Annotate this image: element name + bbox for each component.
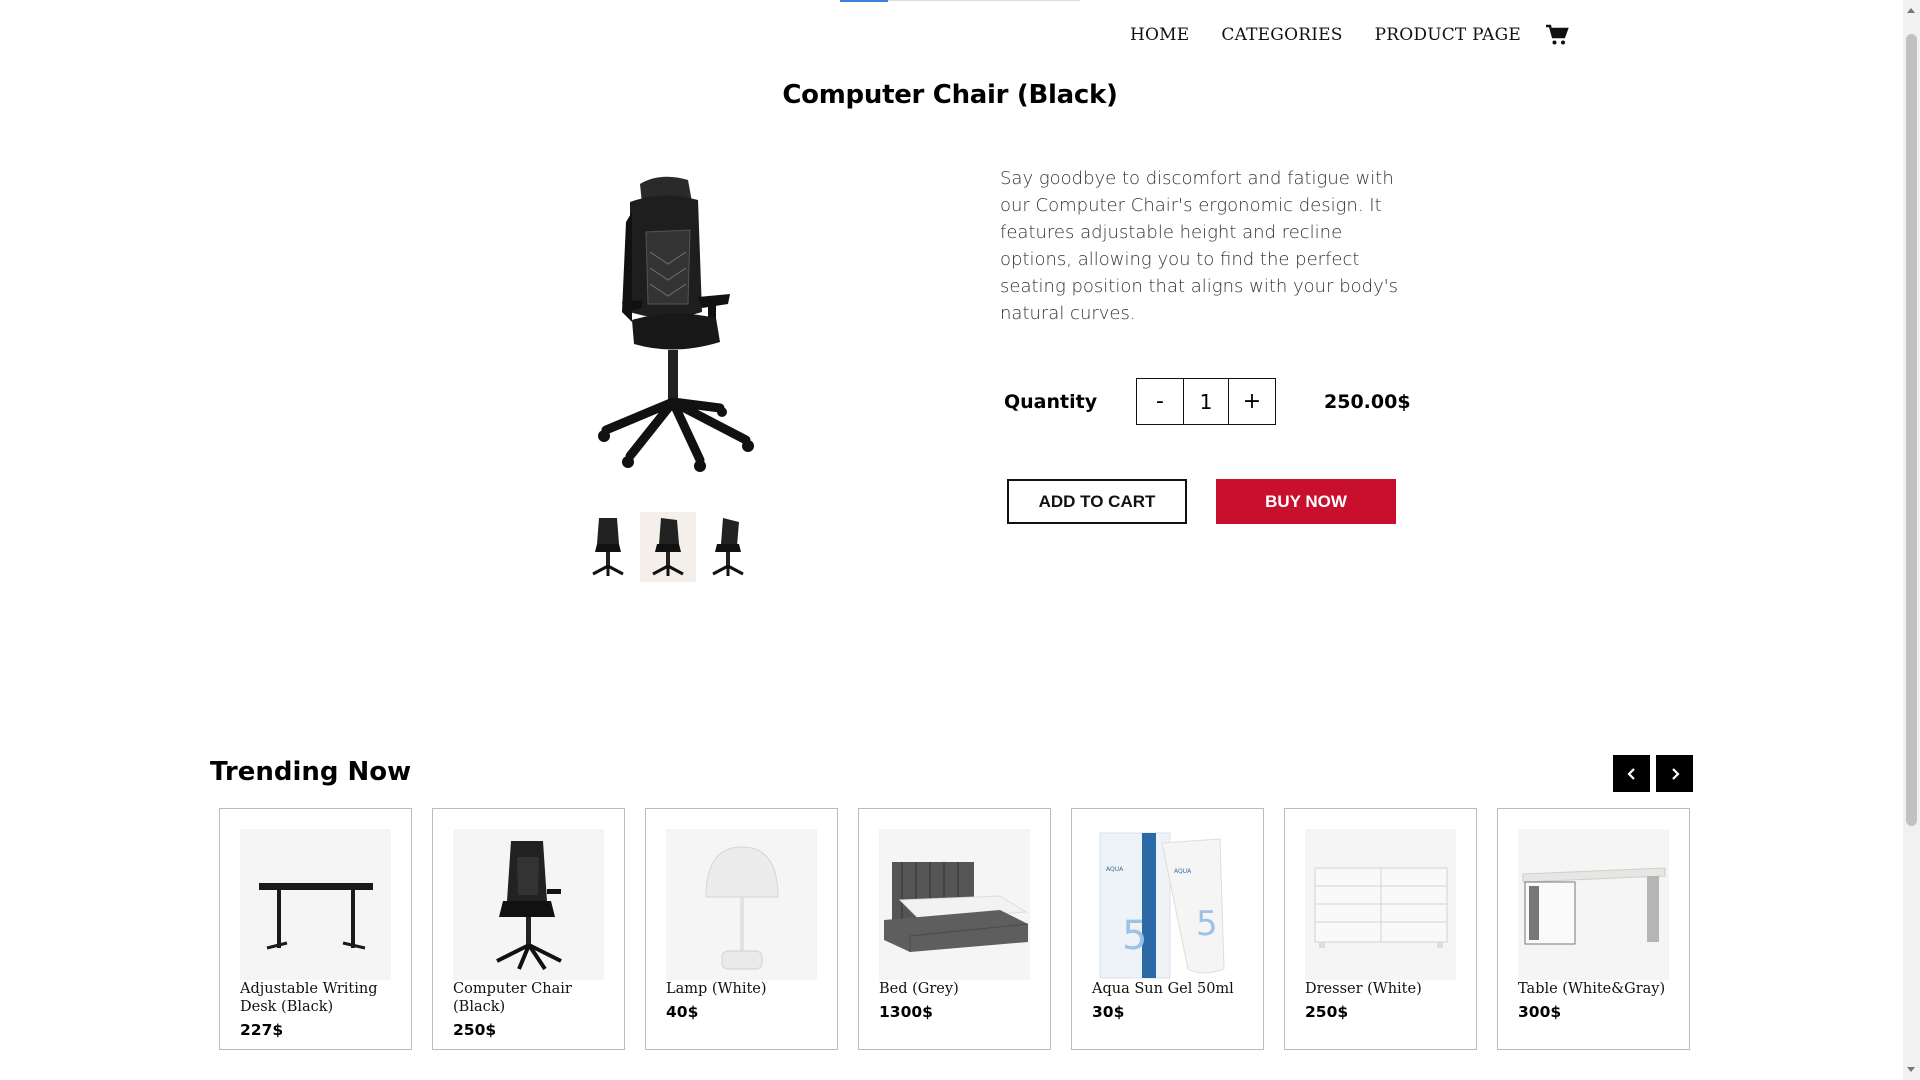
- product-card-name: Computer Chair (Black): [453, 981, 572, 1015]
- trending-title: Trending Now: [210, 757, 412, 787]
- product-card-name: Lamp (White): [666, 981, 767, 997]
- product-card-name: Adjustable Writing Desk (Black): [240, 981, 378, 1015]
- quantity-label: Quantity: [1004, 391, 1098, 413]
- product-card[interactable]: Bed (Grey) 1300$: [858, 808, 1051, 1050]
- scroll-up-arrow-icon[interactable]: [1907, 8, 1915, 13]
- desk-image: [240, 829, 391, 980]
- quantity-value[interactable]: 1: [1183, 379, 1229, 424]
- product-main-image: [570, 172, 760, 472]
- scroll-down-arrow-icon[interactable]: [1907, 1067, 1915, 1072]
- table-image: [1518, 829, 1669, 980]
- product-description: Say goodbye to discomfort and fatigue wi…: [1000, 168, 1399, 324]
- trending-list: Adjustable Writing Desk (Black) 227$ Com…: [219, 808, 1690, 1050]
- carousel-next-button[interactable]: [1656, 755, 1693, 792]
- top-nav: HOME CATEGORIES PRODUCT PAGE: [1130, 24, 1569, 46]
- product-card[interactable]: AQUA 5 AQUA 5 Aqua Sun Gel 50ml 30$: [1071, 808, 1264, 1050]
- scrollbar-thumb[interactable]: [1906, 34, 1917, 826]
- nav-categories[interactable]: CATEGORIES: [1221, 25, 1342, 45]
- lamp-image: [666, 829, 817, 980]
- page-load-progress: [840, 0, 1080, 2]
- quantity-increase-button[interactable]: +: [1229, 379, 1275, 424]
- bed-image: [879, 829, 1030, 980]
- product-card[interactable]: Lamp (White) 40$: [645, 808, 838, 1050]
- nav-product-page[interactable]: PRODUCT PAGE: [1375, 25, 1521, 45]
- thumbnail-2[interactable]: [640, 512, 696, 582]
- thumbnail-1[interactable]: [580, 512, 636, 582]
- buy-now-button[interactable]: BUY NOW: [1216, 479, 1396, 524]
- product-price: 250.00$: [1324, 391, 1411, 413]
- product-card[interactable]: Table (White&Gray) 300$: [1497, 808, 1690, 1050]
- quantity-decrease-button[interactable]: -: [1137, 379, 1183, 424]
- product-card-name: Bed (Grey): [879, 981, 959, 997]
- svg-text:AQUA: AQUA: [1174, 868, 1192, 875]
- product-card-price: 30$: [1092, 1003, 1125, 1021]
- page-scrollbar[interactable]: [1903, 0, 1920, 1080]
- chevron-right-icon: [1671, 767, 1680, 780]
- svg-text:5: 5: [1122, 913, 1147, 959]
- chair-image: [453, 829, 604, 980]
- product-card-name: Aqua Sun Gel 50ml: [1092, 981, 1234, 997]
- progress-fill: [840, 0, 888, 2]
- product-card-price: 1300$: [879, 1003, 933, 1021]
- svg-text:AQUA: AQUA: [1106, 866, 1124, 873]
- shopping-cart-icon[interactable]: [1545, 24, 1569, 46]
- product-thumbnails: [580, 512, 756, 582]
- product-title: Computer Chair (Black): [782, 80, 1118, 110]
- thumbnail-3[interactable]: [700, 512, 756, 582]
- nav-home[interactable]: HOME: [1130, 25, 1189, 45]
- product-card-name: Dresser (White): [1305, 981, 1422, 997]
- product-card-name: Table (White&Gray): [1518, 981, 1666, 997]
- product-card[interactable]: Computer Chair (Black) 250$: [432, 808, 625, 1050]
- chevron-left-icon: [1626, 767, 1635, 780]
- product-card-price: 40$: [666, 1003, 699, 1021]
- product-card-price: 227$: [240, 1021, 284, 1039]
- product-card[interactable]: Dresser (White) 250$: [1284, 808, 1477, 1050]
- svg-text:5: 5: [1196, 904, 1218, 944]
- product-card-price: 250$: [1305, 1003, 1349, 1021]
- product-card[interactable]: Adjustable Writing Desk (Black) 227$: [219, 808, 412, 1050]
- quantity-stepper: - 1 +: [1136, 378, 1276, 425]
- product-card-price: 300$: [1518, 1003, 1562, 1021]
- dresser-image: [1305, 829, 1456, 980]
- sun-gel-image: AQUA 5 AQUA 5: [1092, 829, 1243, 980]
- product-card-price: 250$: [453, 1021, 497, 1039]
- carousel-prev-button[interactable]: [1613, 755, 1650, 792]
- add-to-cart-button[interactable]: ADD TO CART: [1007, 479, 1187, 524]
